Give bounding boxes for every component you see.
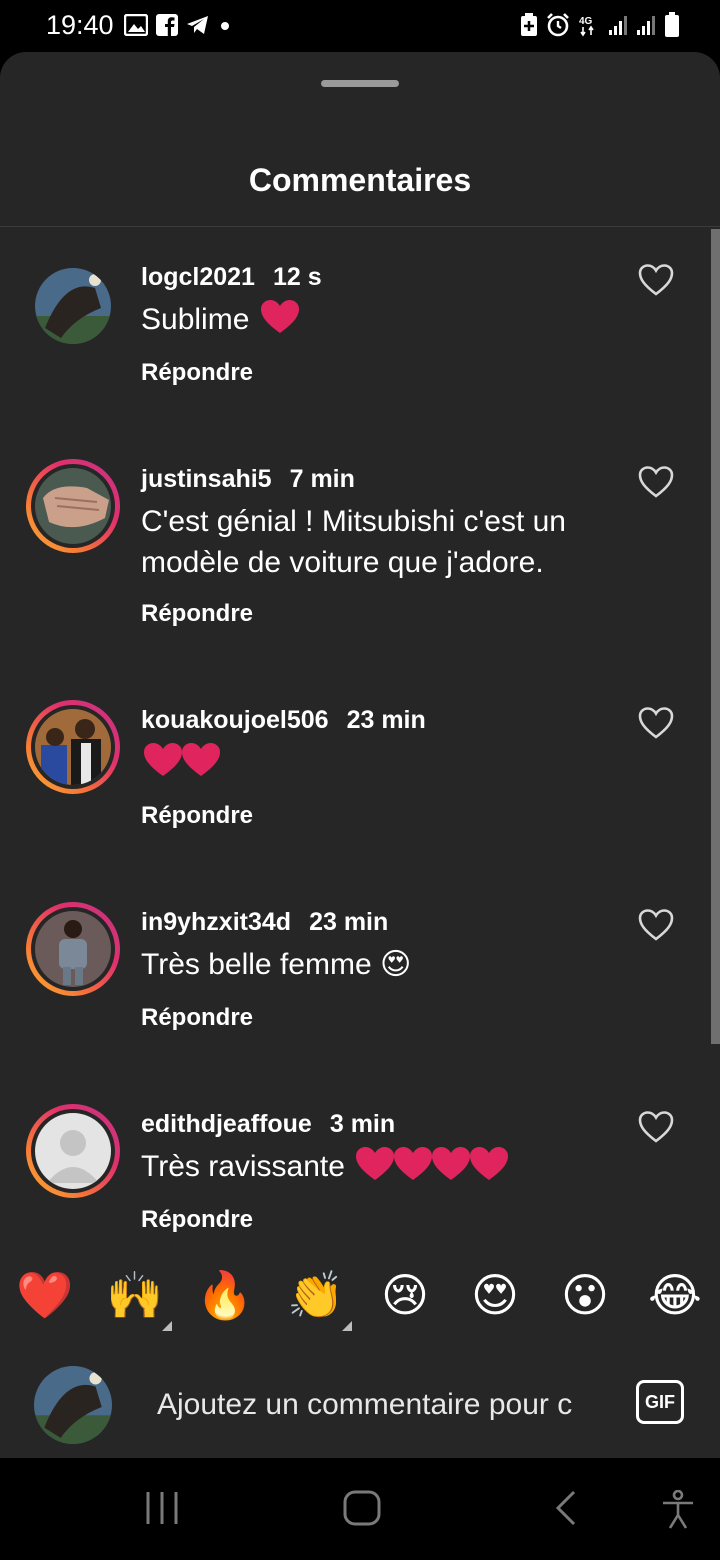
- drag-handle[interactable]: [321, 80, 399, 87]
- comment-text: [141, 742, 641, 789]
- red-heart-emoji: [393, 1146, 433, 1193]
- comment-text: Très belle femme 😍: [141, 944, 641, 985]
- crying-face-emoji-button[interactable]: 😢: [375, 1265, 435, 1325]
- avatar-image: [35, 1113, 111, 1189]
- reply-button[interactable]: Répondre: [141, 1004, 253, 1032]
- accessibility-icon[interactable]: [660, 1489, 696, 1535]
- raising-hands-emoji-button[interactable]: 🙌: [105, 1265, 165, 1325]
- tears-of-joy-emoji-button[interactable]: 😂: [645, 1265, 705, 1325]
- comments-list[interactable]: logcl2021 12 s Sublime Répondre justinsa…: [0, 227, 720, 1241]
- gallery-icon: [123, 13, 149, 41]
- comment-username[interactable]: edithdjeaffoue: [141, 1110, 312, 1138]
- comment-username[interactable]: kouakoujoel506: [141, 706, 329, 734]
- variants-indicator-icon: [342, 1321, 352, 1331]
- variants-indicator-icon: [162, 1321, 172, 1331]
- system-nav-bar: [0, 1458, 720, 1560]
- telegram-icon: [186, 14, 210, 41]
- alarm-icon: [546, 12, 570, 42]
- comment-time: 7 min: [289, 465, 355, 493]
- avatar[interactable]: [26, 259, 120, 353]
- dot-icon: [218, 14, 232, 41]
- clapping-hands-emoji-button[interactable]: 👏: [286, 1265, 346, 1325]
- heart-eyes-emoji-button[interactable]: 😍: [465, 1265, 525, 1325]
- like-heart-icon[interactable]: [638, 263, 674, 297]
- red-heart-emoji: [431, 1146, 471, 1193]
- comment-input[interactable]: [155, 1382, 607, 1428]
- battery-saver-icon: [520, 12, 538, 42]
- comment-meta: in9yhzxit34d 23 min: [141, 908, 388, 937]
- status-bar: 19:40 4G: [0, 0, 720, 52]
- comment-username[interactable]: in9yhzxit34d: [141, 908, 291, 936]
- red-heart-emoji: [469, 1146, 509, 1193]
- facebook-icon: [156, 13, 178, 41]
- status-time: 19:40: [46, 10, 114, 40]
- quick-reactions-bar: ❤️ 🙌 🔥 👏 😢 😍 😮 😂: [0, 1245, 720, 1345]
- like-heart-icon[interactable]: [638, 1110, 674, 1144]
- comment-text: Sublime: [141, 299, 641, 346]
- reply-button[interactable]: Répondre: [141, 802, 253, 830]
- comment-text: Très ravissante: [141, 1146, 641, 1193]
- comment-meta: kouakoujoel506 23 min: [141, 706, 426, 735]
- network-label: 4G: [579, 16, 593, 27]
- comment-time: 12 s: [272, 263, 322, 291]
- comment-body: Très ravissante: [141, 1150, 345, 1183]
- red-heart-emoji: [143, 742, 183, 789]
- avatar-story-ring[interactable]: [26, 1104, 120, 1198]
- like-heart-icon[interactable]: [638, 465, 674, 499]
- like-heart-icon[interactable]: [638, 706, 674, 740]
- avatar-image: [35, 709, 111, 785]
- surprised-face-emoji-button[interactable]: 😮: [555, 1265, 615, 1325]
- sheet-title: Commentaires: [248, 162, 472, 198]
- comment-body: Sublime: [141, 303, 250, 336]
- red-heart-emoji: [181, 742, 221, 789]
- gif-button[interactable]: GIF: [636, 1380, 684, 1424]
- avatar-story-ring[interactable]: [26, 902, 120, 996]
- my-avatar: [34, 1366, 112, 1444]
- reply-button[interactable]: Répondre: [141, 1206, 253, 1234]
- avatar-story-ring[interactable]: [26, 459, 120, 553]
- red-heart-emoji: [260, 299, 300, 346]
- home-icon[interactable]: [343, 1490, 381, 1531]
- heart-eyes-emoji: 😍: [379, 947, 412, 982]
- comment-text: C'est génial ! Mitsubishi c'est un modèl…: [141, 505, 566, 579]
- comment-meta: justinsahi5 7 min: [141, 465, 355, 494]
- avatar-image: [35, 268, 111, 344]
- scrollbar[interactable]: [711, 229, 720, 1044]
- comment-username[interactable]: logcl2021: [141, 263, 255, 291]
- comment-time: 23 min: [346, 706, 426, 734]
- signal-icon: [608, 14, 628, 41]
- heart-emoji-button[interactable]: ❤️: [15, 1265, 75, 1325]
- avatar-image: [35, 911, 111, 987]
- back-icon[interactable]: [552, 1490, 578, 1531]
- reply-button[interactable]: Répondre: [141, 359, 253, 387]
- fire-emoji-button[interactable]: 🔥: [195, 1265, 255, 1325]
- recent-apps-icon[interactable]: [144, 1490, 180, 1531]
- signal-icon: [636, 14, 656, 41]
- battery-icon: [664, 11, 680, 43]
- comment-time: 3 min: [329, 1110, 396, 1138]
- comment-body: Très belle femme: [141, 948, 372, 981]
- comment-username[interactable]: justinsahi5: [141, 465, 272, 493]
- comment-meta: edithdjeaffoue 3 min: [141, 1110, 395, 1139]
- avatar-image: [35, 468, 111, 544]
- status-left-icons: [123, 13, 232, 41]
- 4g-icon: 4G: [578, 13, 600, 42]
- comment-composer: GIF: [0, 1352, 720, 1458]
- reply-button[interactable]: Répondre: [141, 600, 253, 628]
- comment-meta: logcl2021 12 s: [141, 263, 322, 292]
- comment-time: 23 min: [309, 908, 389, 936]
- status-right-icons: 4G: [520, 11, 680, 43]
- like-heart-icon[interactable]: [638, 908, 674, 942]
- red-heart-emoji: [355, 1146, 395, 1193]
- avatar-story-ring[interactable]: [26, 700, 120, 794]
